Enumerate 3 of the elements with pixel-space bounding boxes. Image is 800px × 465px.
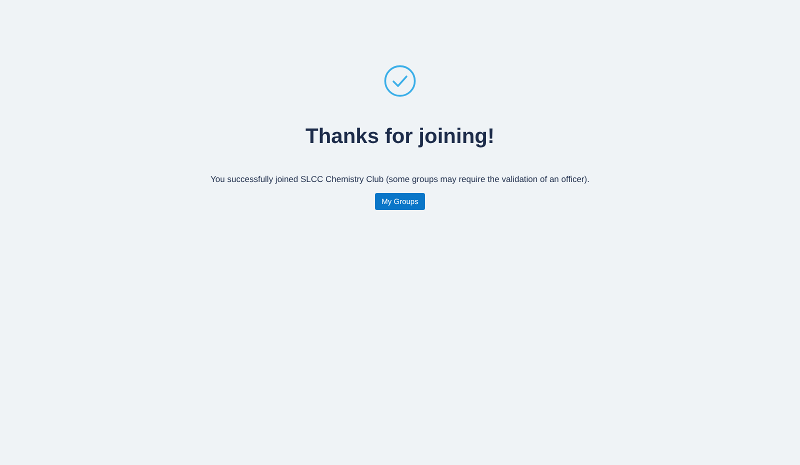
success-message: You successfully joined SLCC Chemistry Club (some groups may require the validation of an officer).: [210, 173, 590, 185]
page-heading: Thanks for joining!: [306, 124, 494, 150]
checkmark-circle-icon: [384, 65, 416, 97]
